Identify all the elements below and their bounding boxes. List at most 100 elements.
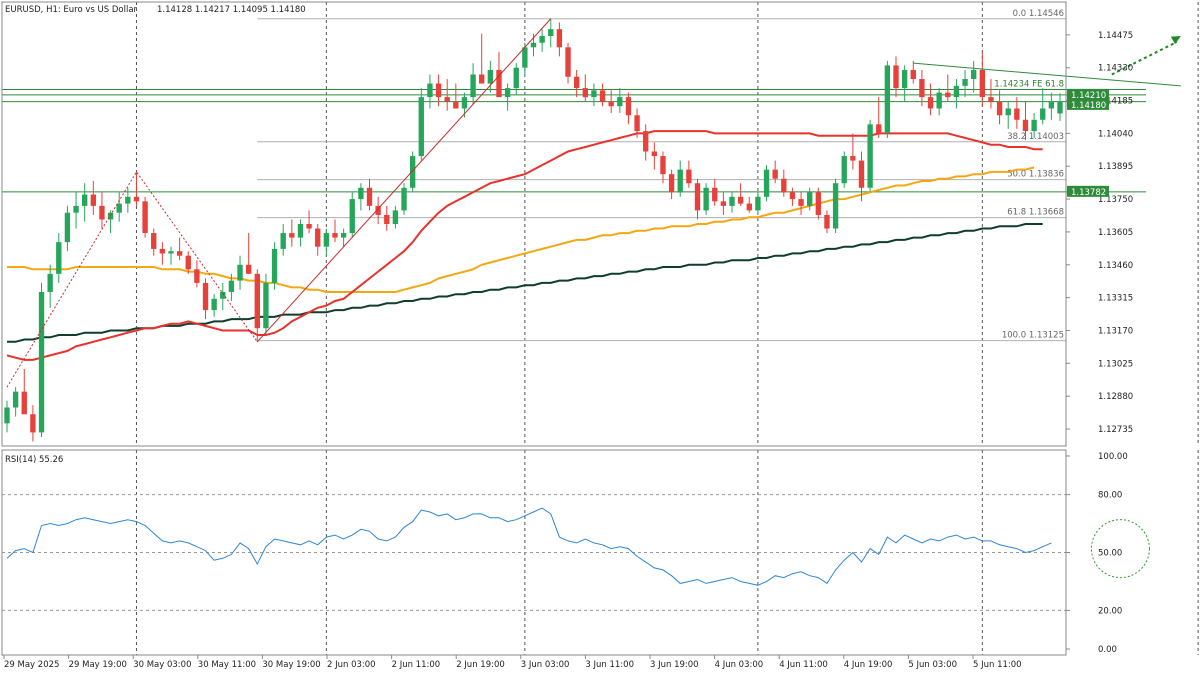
candle-body [815, 192, 822, 215]
candle-body [850, 156, 856, 161]
candle-body [133, 196, 140, 202]
candle-body [1022, 119, 1029, 132]
candle-body [21, 391, 27, 415]
candle-body [73, 205, 79, 213]
time-tick-label: 3 Jun 11:00 [585, 660, 634, 670]
time-tick-label: 5 Jun 11:00 [973, 660, 1022, 670]
price-tick-label: 1.13895 [1098, 162, 1133, 172]
candle-body [953, 85, 960, 98]
candle-body [945, 92, 951, 98]
candle-body [315, 228, 321, 247]
price-tick-label: 1.14330 [1098, 64, 1133, 74]
candle-body [807, 192, 813, 206]
candle-body [548, 29, 554, 36]
candle-body [556, 29, 563, 48]
candle-body [522, 47, 528, 68]
price-tick-label: 1.14475 [1098, 31, 1133, 41]
candle-body [12, 391, 19, 408]
price-tick-label: 1.13605 [1098, 228, 1133, 238]
fe-level-label: 1.14234 FE 61.8 [994, 79, 1064, 89]
candle-body [755, 196, 761, 211]
candle-body [38, 291, 45, 433]
candle-body [64, 212, 71, 243]
candle-body [418, 97, 424, 157]
candle-body [539, 35, 545, 43]
candle-body [245, 264, 252, 274]
candle-body [56, 242, 62, 274]
candle-body [643, 131, 649, 152]
fib-level-label: 100.0 1.13125 [1002, 331, 1064, 341]
candle-body [573, 76, 580, 89]
candle-body [435, 83, 442, 98]
candle-body [841, 156, 847, 184]
candle-body [1040, 108, 1046, 120]
candle-body [867, 124, 873, 188]
rsi-tick-label: 80.00 [1098, 491, 1122, 501]
candle-body [4, 407, 10, 424]
time-tick-label: 4 Jun 11:00 [779, 660, 828, 670]
candle-body [772, 169, 778, 179]
candle-body [99, 205, 105, 220]
time-tick-label: 4 Jun 03:00 [715, 660, 764, 670]
candle-body [919, 79, 925, 98]
candle-body [401, 187, 407, 211]
price-tick-label: 1.13170 [1098, 326, 1133, 336]
candle-body [159, 248, 166, 254]
candle-body [901, 69, 908, 89]
candle-body [1005, 108, 1011, 116]
rsi-tick-label: 20.00 [1098, 606, 1122, 616]
fib-level-label: 38.2 1.14003 [1007, 132, 1064, 142]
candle-body [686, 169, 692, 184]
candle-body [392, 210, 399, 224]
candle-body [971, 69, 977, 80]
price-tick-label: 1.13460 [1098, 261, 1133, 271]
rsi-label: RSI(14) 55.26 [5, 455, 63, 465]
candle-body [332, 233, 338, 238]
candle-body [979, 69, 985, 98]
candle-body [176, 251, 183, 256]
candle-body [116, 203, 122, 213]
candle-body [306, 224, 312, 229]
price-tick-label: 1.13025 [1098, 359, 1133, 369]
time-tick-label: 2 Jun 11:00 [392, 660, 441, 670]
candle-body [1031, 119, 1037, 132]
candle-body [660, 156, 666, 175]
chart-header-symbol: EURUSD, H1: Euro vs US Dollar [5, 5, 138, 15]
candle-body [1057, 101, 1063, 114]
candle-body [746, 203, 752, 211]
candle-body [1014, 108, 1020, 120]
candle-body [591, 90, 597, 98]
candle-body [582, 88, 588, 98]
rsi-tick-label: 50.00 [1098, 549, 1122, 559]
chart-header-ohlc: 1.14128 1.14217 1.14095 1.14180 [157, 5, 306, 15]
time-tick-label: 3 Jun 19:00 [650, 660, 699, 670]
candle-body [927, 97, 934, 109]
candle-body [444, 97, 450, 102]
candle-body [297, 224, 304, 238]
price-tick-label: 1.13315 [1098, 294, 1133, 304]
candle-body [1048, 101, 1055, 109]
candle-body [876, 124, 882, 134]
time-tick-label: 30 May 03:00 [133, 660, 191, 670]
time-tick-label: 29 May 19:00 [69, 660, 127, 670]
candle-body [202, 282, 209, 311]
candle-body [82, 194, 88, 206]
candle-body [996, 101, 1003, 116]
candle-body [237, 264, 243, 281]
candle-body [599, 90, 606, 102]
candle-body [651, 151, 658, 157]
candle-body [366, 187, 373, 206]
candle-body [289, 233, 295, 238]
price-label-text: 1.13782 [1071, 188, 1106, 198]
candle-body [737, 196, 744, 204]
candle-body [824, 214, 830, 229]
candle-body [228, 280, 235, 292]
candle-body [323, 233, 330, 247]
candle-body [608, 101, 614, 107]
time-tick-label: 29 May 2025 [4, 660, 59, 670]
trading-chart[interactable]: 0.0 1.14546 38.2 1.14003 50.0 1.13836 61.8 … [0, 0, 1200, 675]
candle-body [409, 156, 416, 188]
time-tick-label: 4 Jun 19:00 [844, 660, 893, 670]
price-tick-label: 1.12880 [1098, 392, 1133, 402]
candle-body [90, 194, 96, 206]
